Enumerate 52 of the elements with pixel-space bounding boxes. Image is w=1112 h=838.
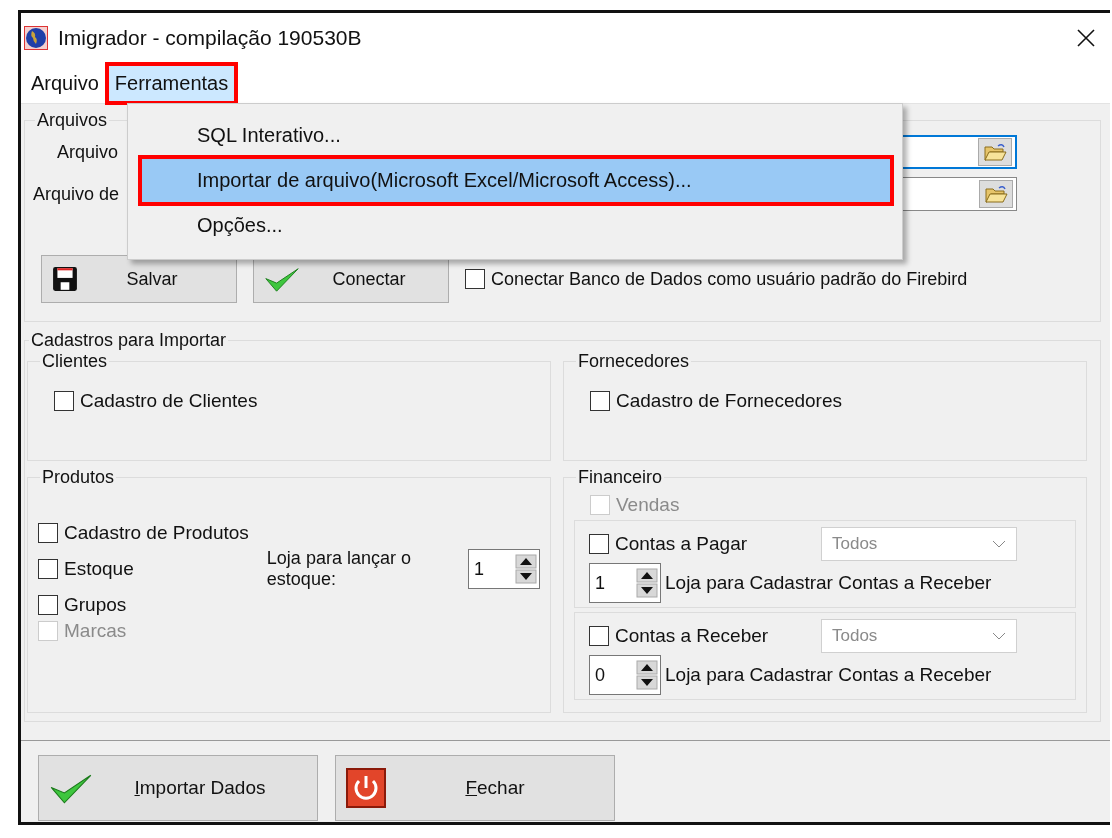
checkbox-label: Conectar Banco de Dados como usuário padrão do Firebird	[491, 268, 968, 290]
stepper-arrows-icon[interactable]	[636, 660, 658, 690]
globe-icon	[24, 26, 48, 50]
checkbox-label: Cadastro de Clientes	[80, 390, 258, 412]
number-spinner[interactable]: 1	[589, 563, 661, 603]
checkbox-label: Contas a Pagar	[615, 533, 748, 555]
checkbox[interactable]	[38, 559, 58, 579]
checkbox-label: Contas a Receber	[615, 625, 769, 647]
menu-item[interactable]: Arquivo	[25, 65, 105, 101]
number-spinner[interactable]: 0	[589, 655, 661, 695]
checkbox[interactable]	[54, 391, 74, 411]
number-spinner[interactable]: 1	[468, 549, 540, 589]
window-title: Imigrador - compilação 190530B	[58, 26, 362, 50]
action-button[interactable]: Importar Dados	[38, 755, 318, 821]
checkbox-label: Cadastro de Produtos	[64, 522, 249, 544]
group-title: Clientes	[41, 351, 109, 372]
folder-button[interactable]	[978, 138, 1012, 166]
checkbox-label: Cadastro de Fornecedores	[616, 390, 842, 412]
group-title: Cadastros para Importar	[30, 330, 228, 351]
checkbox[interactable]	[589, 534, 609, 554]
menu-item[interactable]: SQL Interativo...	[134, 114, 890, 157]
action-button[interactable]: Salvar	[41, 255, 237, 303]
checkbox-label: Vendas	[616, 494, 680, 516]
field-label: Loja para Cadastrar Contas a Receber	[665, 664, 992, 686]
field-label: Loja para lançar o estoque:	[266, 548, 412, 590]
menu-item[interactable]: Opções...	[134, 204, 890, 247]
folder-button[interactable]	[979, 180, 1013, 208]
stepper-arrows-icon[interactable]	[636, 568, 658, 598]
checkbox-label: Estoque	[64, 558, 134, 580]
checkbox-label: Grupos	[64, 594, 127, 616]
checkbox-label: Marcas	[64, 620, 127, 642]
dropdown[interactable]: Todos	[821, 619, 1017, 653]
field-label: Arquivo	[56, 141, 120, 163]
field-label: Arquivo de	[33, 183, 121, 205]
chevron-down-icon	[992, 632, 1006, 640]
checkbox[interactable]	[38, 523, 58, 543]
power-icon	[346, 768, 386, 808]
checkmark-icon	[264, 265, 300, 293]
dropdown[interactable]: Todos	[821, 527, 1017, 561]
chevron-down-icon	[992, 540, 1006, 548]
checkbox[interactable]	[38, 595, 58, 615]
stepper-arrows-icon[interactable]	[515, 554, 537, 584]
group-title: Fornecedores	[577, 351, 691, 372]
group-title: Arquivos	[36, 110, 109, 131]
group-title: Financeiro	[577, 467, 664, 488]
field-label: Loja para Cadastrar Contas a Receber	[665, 572, 992, 594]
group-title: Produtos	[41, 467, 116, 488]
checkbox[interactable]	[465, 269, 485, 289]
action-button[interactable]: Fechar	[335, 755, 615, 821]
checkbox[interactable]	[589, 626, 609, 646]
close-icon[interactable]	[1076, 28, 1096, 48]
checkbox[interactable]	[590, 391, 610, 411]
